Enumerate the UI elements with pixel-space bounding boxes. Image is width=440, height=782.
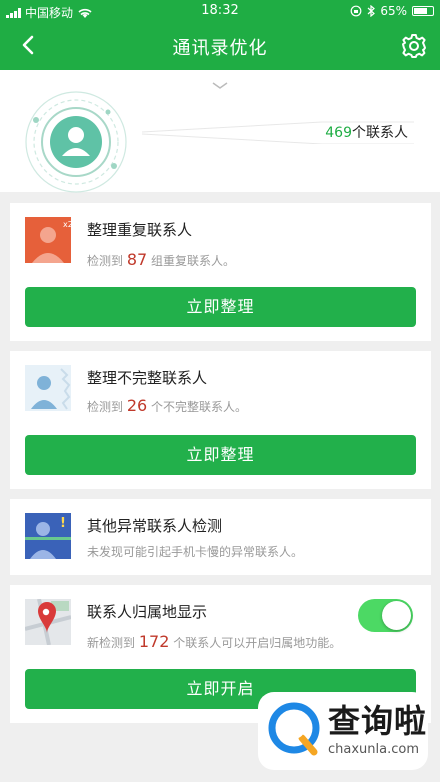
status-right: 65%: [350, 4, 434, 18]
duplicate-title: 整理重复联系人: [87, 221, 193, 239]
incomplete-count: 26: [126, 396, 148, 415]
gear-icon[interactable]: [400, 32, 428, 60]
organize-duplicates-button[interactable]: 立即整理: [25, 287, 416, 327]
incomplete-desc-prefix: 检测到: [87, 400, 124, 414]
contacts-summary: 469个联系人: [0, 70, 440, 193]
nav-bar: 通讯录优化: [0, 22, 440, 70]
incomplete-desc-suffix: 个不完整联系人。: [151, 400, 248, 414]
orientation-lock-icon: [350, 5, 362, 17]
bluetooth-icon: [367, 5, 376, 17]
watermark-en: chaxunla.com: [328, 742, 419, 757]
page-title: 通讯录优化: [172, 38, 268, 59]
map-pin-icon: [25, 599, 71, 645]
duplicate-desc-suffix: 组重复联系人。: [151, 254, 236, 268]
watermark-cn: 查询啦: [328, 702, 428, 740]
incomplete-title: 整理不完整联系人: [87, 369, 208, 387]
abnormal-contacts-card: ! 其他异常联系人检测 未发现可能引起手机卡慢的异常联系人。: [10, 499, 431, 575]
svg-text:!: !: [60, 516, 66, 531]
location-title: 联系人归属地显示: [87, 603, 208, 621]
watermark-logo-icon: [268, 702, 320, 756]
watermark: 查询啦 chaxunla.com: [258, 692, 428, 770]
contact-count: 469个联系人: [325, 122, 408, 142]
location-toggle[interactable]: [358, 599, 413, 632]
battery-percent: 65%: [380, 4, 407, 18]
duplicate-badge: x2: [63, 220, 71, 229]
contact-count-suffix: 个联系人: [352, 125, 408, 141]
abnormal-desc: 未发现可能引起手机卡慢的异常联系人。: [87, 545, 304, 559]
battery-icon: [412, 6, 434, 16]
location-count: 172: [138, 632, 170, 651]
duplicate-contacts-card: x2 整理重复联系人 检测到 87 组重复联系人。 立即整理: [10, 203, 431, 341]
status-bar: 中国移动 18:32 65%: [0, 0, 440, 22]
duplicate-desc: 检测到 87 组重复联系人。: [87, 250, 235, 269]
location-desc: 新检测到 172 个联系人可以开启归属地功能。: [87, 632, 341, 651]
organize-incomplete-button[interactable]: 立即整理: [25, 435, 416, 475]
incomplete-contacts-card: 整理不完整联系人 检测到 26 个不完整联系人。 立即整理: [10, 351, 431, 489]
contact-count-number: 469: [325, 125, 352, 141]
location-desc-prefix: 新检测到: [87, 636, 136, 650]
abnormal-title: 其他异常联系人检测: [87, 517, 223, 535]
duplicate-desc-prefix: 检测到: [87, 254, 124, 268]
contact-radar-icon: [25, 91, 127, 193]
duplicate-count: 87: [126, 250, 148, 269]
location-desc-suffix: 个联系人可以开启归属地功能。: [173, 636, 342, 650]
chevron-down-icon[interactable]: [210, 80, 230, 92]
duplicate-contact-icon: x2: [25, 217, 71, 263]
abnormal-contact-icon: !: [25, 513, 71, 559]
incomplete-desc: 检测到 26 个不完整联系人。: [87, 396, 247, 415]
incomplete-contact-icon: [25, 365, 71, 411]
